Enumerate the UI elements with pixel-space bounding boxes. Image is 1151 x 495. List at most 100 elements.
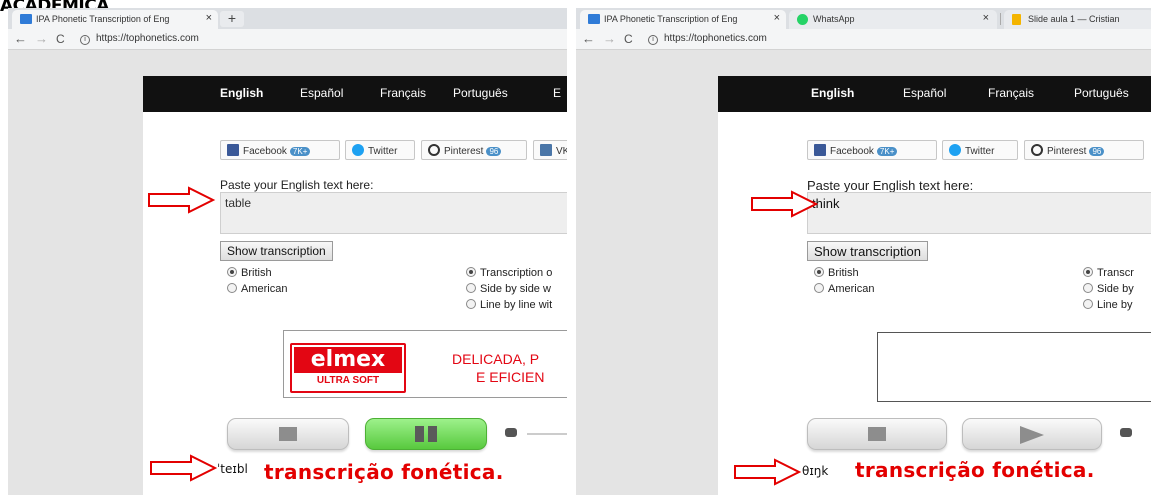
side-by-side-label: Side by side w — [480, 283, 551, 295]
url-text: https://tophonetics.com — [96, 33, 199, 44]
pinterest-count: 96 — [486, 147, 502, 156]
url-text: https://tophonetics.com — [664, 33, 767, 44]
reload-icon[interactable]: C — [624, 32, 633, 46]
tab-whatsapp[interactable]: WhatsApp × — [789, 10, 997, 29]
tophonetics-favicon-icon — [20, 14, 32, 24]
nav-english[interactable]: English — [811, 86, 854, 100]
american-label: American — [241, 283, 288, 295]
pinterest-share-button[interactable]: Pinterest 96 — [421, 140, 527, 160]
transcription-only-radio[interactable]: Transcription o — [466, 267, 552, 279]
show-transcription-button[interactable]: Show transcription — [220, 241, 333, 261]
forward-icon[interactable]: → — [35, 31, 48, 46]
facebook-count: 7K+ — [876, 147, 898, 156]
speech-bubble-icon[interactable] — [1120, 428, 1132, 437]
ad-copy-line1: DELICADA, P — [452, 351, 540, 367]
play-button[interactable] — [962, 418, 1102, 450]
nav-portugues[interactable]: Português — [1074, 86, 1129, 100]
info-icon[interactable]: i — [648, 35, 658, 45]
arrow-right-icon — [751, 190, 819, 218]
nav-francais[interactable]: Français — [380, 86, 426, 100]
nav-espanol[interactable]: Español — [903, 86, 946, 100]
radio-selected-icon — [1083, 267, 1093, 277]
elmex-ad-banner[interactable]: elmex ULTRA SOFT DELICADA, P E EFICIEN — [283, 330, 567, 398]
tab-bar: IPA Phonetic Transcription of Eng × What… — [576, 8, 1151, 29]
pinterest-label: Pinterest — [1047, 146, 1087, 157]
pinterest-icon — [1031, 144, 1043, 156]
speech-bubble-icon[interactable] — [505, 428, 517, 437]
ad-copy-line2: E EFICIEN — [476, 369, 545, 385]
twitter-icon — [949, 144, 961, 156]
facebook-icon — [814, 144, 826, 156]
british-label: British — [241, 267, 272, 279]
american-label: American — [828, 283, 875, 295]
url-field[interactable]: i https://tophonetics.com — [80, 33, 199, 45]
line-by-line-radio[interactable]: Line by — [1083, 299, 1132, 311]
nav-espanol[interactable]: Español — [300, 86, 343, 100]
american-radio[interactable]: American — [227, 283, 287, 295]
facebook-icon — [227, 144, 239, 156]
vk-icon — [540, 144, 552, 156]
tab-label: WhatsApp — [813, 14, 855, 24]
english-text-input[interactable]: table — [220, 192, 567, 234]
tophonetics-favicon-icon — [588, 14, 600, 24]
tab-label: Slide aula 1 — Cristian — [1028, 14, 1120, 24]
arrow-right-icon — [148, 186, 216, 214]
twitter-share-button[interactable]: Twitter — [345, 140, 415, 160]
side-by-side-label: Side by — [1097, 283, 1134, 295]
stop-icon — [279, 427, 297, 441]
play-icon — [1020, 426, 1044, 444]
nav-francais[interactable]: Français — [988, 86, 1034, 100]
pinterest-share-button[interactable]: Pinterest 96 — [1024, 140, 1144, 160]
english-text-input[interactable]: think — [807, 192, 1151, 234]
nav-english[interactable]: English — [220, 86, 263, 100]
close-icon[interactable]: × — [774, 12, 780, 24]
back-icon[interactable]: ← — [582, 31, 595, 46]
british-radio[interactable]: British — [227, 267, 272, 279]
side-by-side-radio[interactable]: Side by — [1083, 283, 1134, 295]
side-by-side-radio[interactable]: Side by side w — [466, 283, 551, 295]
tab-tophonetics[interactable]: IPA Phonetic Transcription of Eng × — [12, 10, 218, 29]
pause-button[interactable] — [365, 418, 487, 450]
show-transcription-button[interactable]: Show transcription — [807, 241, 928, 261]
tophonetics-page: English Español Français Português Faceb… — [718, 76, 1151, 495]
transcription-only-radio[interactable]: Transcr — [1083, 267, 1134, 279]
line-by-line-radio[interactable]: Line by line wit — [466, 299, 552, 311]
facebook-count: 7K+ — [289, 147, 311, 156]
vk-share-button[interactable]: VK — [533, 140, 567, 160]
elmex-subbrand: ULTRA SOFT — [316, 375, 380, 386]
back-icon[interactable]: ← — [14, 31, 27, 46]
british-radio[interactable]: British — [814, 267, 859, 279]
facebook-share-button[interactable]: Facebook 7K+ — [807, 140, 937, 160]
stop-button[interactable] — [227, 418, 349, 450]
pinterest-count: 96 — [1089, 147, 1105, 156]
twitter-label: Twitter — [368, 146, 398, 157]
url-field[interactable]: i https://tophonetics.com — [648, 33, 767, 45]
close-icon[interactable]: × — [206, 12, 212, 24]
language-nav: English Español Français Português — [718, 76, 1151, 112]
close-icon[interactable]: × — [983, 12, 989, 24]
radio-icon — [466, 299, 476, 309]
stop-button[interactable] — [807, 418, 947, 450]
twitter-share-button[interactable]: Twitter — [942, 140, 1018, 160]
whatsapp-icon — [797, 14, 808, 25]
reload-icon[interactable]: C — [56, 32, 65, 46]
elmex-logo: elmex — [294, 347, 402, 373]
input-prompt: Paste your English text here: — [807, 178, 974, 193]
arrow-right-icon — [734, 458, 802, 486]
facebook-label: Facebook — [243, 146, 287, 157]
american-radio[interactable]: American — [814, 283, 874, 295]
tab-slides[interactable]: Slide aula 1 — Cristian — [1004, 10, 1151, 29]
forward-icon[interactable]: → — [603, 31, 616, 46]
stop-icon — [868, 427, 886, 441]
nav-portugues[interactable]: Português — [453, 86, 508, 100]
speed-slider[interactable] — [527, 433, 567, 435]
facebook-share-button[interactable]: Facebook 7K+ — [220, 140, 340, 160]
ad-placeholder — [877, 332, 1151, 402]
radio-selected-icon — [466, 267, 476, 277]
info-icon[interactable]: i — [80, 35, 90, 45]
nav-more[interactable]: E — [553, 86, 561, 100]
new-tab-button[interactable]: + — [220, 11, 244, 27]
transcription-only-label: Transcr — [1097, 267, 1134, 279]
radio-icon — [814, 283, 824, 293]
tab-tophonetics[interactable]: IPA Phonetic Transcription of Eng × — [580, 10, 786, 29]
